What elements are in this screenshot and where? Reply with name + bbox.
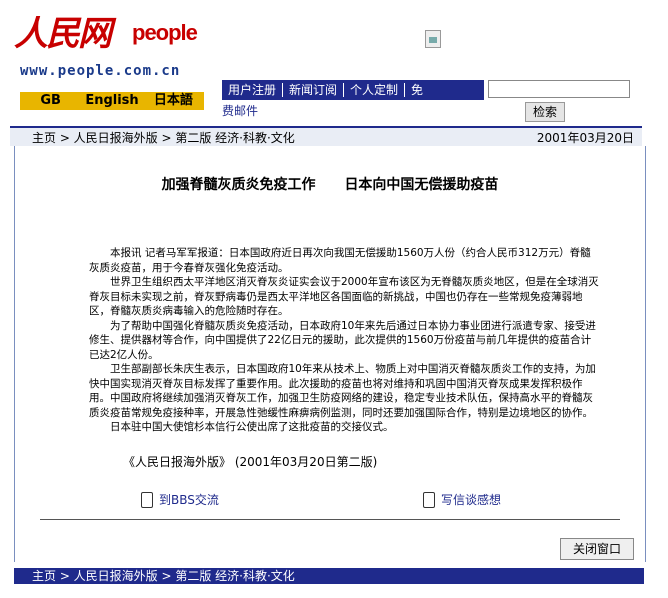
nav-custom-link[interactable]: 个人定制 xyxy=(344,83,406,97)
article-paragraph: 为了帮助中国强化脊髓灰质炎免疫活动，日本政府10年来先后通过日本协力事业团进行派… xyxy=(89,319,596,361)
article-title-part2: 日本向中国无偿援助疫苗 xyxy=(344,177,499,193)
search-input[interactable] xyxy=(488,80,630,98)
article-panel: 加强脊髓灰质炎免疫工作 日本向中国无偿援助疫苗 本报讯 记者马军军报道：日本国政… xyxy=(14,146,646,562)
letter-link[interactable]: 写信谈感想 xyxy=(423,491,501,508)
article-paragraph: 本报讯 记者马军军报道：日本国政府近日再次向我国无偿援助1560万人份（约合人民… xyxy=(89,247,591,274)
bbs-link[interactable]: 到BBS交流 xyxy=(141,491,219,508)
pen-paper-icon xyxy=(423,491,435,508)
search-button[interactable]: 检索 xyxy=(525,102,565,122)
language-bar: GB English 日本語 xyxy=(20,92,204,110)
article-body: 本报讯 记者马军军报道：日本国政府近日再次向我国无偿援助1560万人份（约合人民… xyxy=(89,246,601,435)
article-title-part1: 加强脊髓灰质炎免疫工作 xyxy=(161,177,316,193)
hand-pointer-icon xyxy=(141,491,153,508)
logo-english-text: people xyxy=(132,20,198,45)
letter-link-label[interactable]: 写信谈感想 xyxy=(441,491,501,508)
article-paragraph: 卫生部副部长朱庆生表示，日本国政府10年来从技术上、物质上对中国消灭脊髓灰质炎工… xyxy=(89,363,596,419)
breadcrumb: 主页 > 人民日报海外版 > 第二版 经济·科教·文化 2001年03月20日 xyxy=(10,126,642,146)
bbs-link-label[interactable]: 到BBS交流 xyxy=(159,491,219,508)
logo-chinese-text: 人民网 xyxy=(14,14,112,54)
top-navbar: 用户注册 新闻订阅 个人定制 免 xyxy=(222,80,484,100)
breadcrumb-path[interactable]: 主页 > 人民日报海外版 > 第二版 经济·科教·文化 xyxy=(10,129,537,146)
lang-gb-link[interactable]: GB xyxy=(20,92,81,110)
article-title: 加强脊髓灰质炎免疫工作 日本向中国无偿援助疫苗 xyxy=(15,174,645,194)
lang-japanese-link[interactable]: 日本語 xyxy=(143,92,204,110)
article-paragraph: 世界卫生组织西太平洋地区消灭脊灰炎证实会议于2000年宣布该区为无脊髓灰质炎地区… xyxy=(89,276,599,317)
publish-date: 2001年03月20日 xyxy=(536,130,634,145)
broken-image-icon xyxy=(425,30,441,48)
nav-register-link[interactable]: 用户注册 xyxy=(222,83,284,97)
nav-free-mail-link-cont[interactable]: 费邮件 xyxy=(222,102,258,119)
nav-subscribe-link[interactable]: 新闻订阅 xyxy=(283,83,345,97)
close-window-button[interactable]: 关闭窗口 xyxy=(560,538,634,560)
footer-path[interactable]: 主页 > 人民日报海外版 > 第二版 经济·科教·文化 xyxy=(14,569,295,583)
article-source: 《人民日报海外版》 (2001年03月20日第二版) xyxy=(123,455,378,469)
site-url: www.people.com.cn xyxy=(20,63,181,79)
article-paragraph: 日本驻中国大使馆杉本信行公使出席了这批疫苗的交接仪式。 xyxy=(110,421,394,433)
footer-breadcrumb: 主页 > 人民日报海外版 > 第二版 经济·科教·文化 xyxy=(14,568,644,584)
lang-english-link[interactable]: English xyxy=(81,92,142,110)
nav-free-mail-link[interactable]: 免 xyxy=(405,83,429,97)
divider xyxy=(40,519,620,520)
people-logo[interactable]: 人民网 people xyxy=(14,6,214,64)
